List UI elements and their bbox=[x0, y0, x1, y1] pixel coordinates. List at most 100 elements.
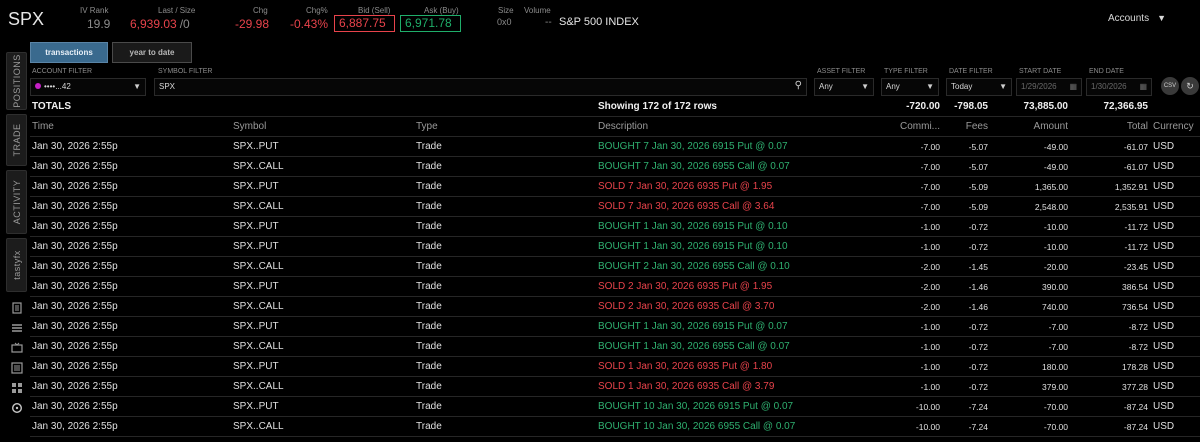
table-row[interactable]: Jan 30, 2026 2:55p SPX..CALL Trade SOLD 7 J… bbox=[30, 197, 1200, 217]
grid-icon[interactable] bbox=[10, 382, 24, 396]
accounts-menu[interactable]: Accounts ▼ bbox=[1108, 13, 1166, 24]
table-row[interactable]: Jan 30, 2026 2:55p SPX..PUT Trade SOLD 1 Ja… bbox=[30, 357, 1200, 377]
start-date-label: START DATE bbox=[1019, 68, 1062, 75]
table-row[interactable]: Jan 30, 2026 2:55p SPX..CALL Trade SOLD 2 J… bbox=[30, 297, 1200, 317]
cell-symbol: SPX..PUT bbox=[233, 221, 279, 232]
tv-icon[interactable] bbox=[10, 342, 24, 356]
cell-commissions: -1.00 bbox=[920, 322, 940, 332]
table-row[interactable]: Jan 30, 2026 2:55p SPX..CALL Trade BOUGHT 1… bbox=[30, 337, 1200, 357]
volume-label: Volume bbox=[524, 6, 551, 15]
col-amount[interactable]: Amount bbox=[990, 117, 1068, 137]
cell-amount: -70.00 bbox=[1043, 402, 1068, 412]
cell-fees: -5.07 bbox=[968, 142, 988, 152]
cell-currency: USD bbox=[1153, 161, 1175, 172]
col-fees[interactable]: Fees bbox=[942, 117, 988, 137]
cell-description: SOLD 2 Jan 30, 2026 6935 Call @ 3.70 bbox=[598, 301, 775, 312]
cell-fees: -5.09 bbox=[968, 202, 988, 212]
date-filter-select[interactable]: Today ▼ bbox=[946, 78, 1012, 96]
cell-time: Jan 30, 2026 2:55p bbox=[32, 241, 118, 252]
refresh-icon[interactable] bbox=[10, 402, 24, 416]
type-filter-select[interactable]: Any ▼ bbox=[881, 78, 939, 96]
cell-type: Trade bbox=[416, 141, 442, 152]
start-date-input[interactable]: 1/29/2026 ▦ bbox=[1016, 78, 1082, 96]
cell-description: BOUGHT 1 Jan 30, 2026 6915 Put @ 0.07 bbox=[598, 321, 788, 332]
cell-currency: USD bbox=[1153, 241, 1175, 252]
col-total[interactable]: Total bbox=[1070, 117, 1148, 137]
cell-time: Jan 30, 2026 2:55p bbox=[32, 141, 118, 152]
tab-year-to-date[interactable]: year to date bbox=[112, 42, 192, 63]
asset-filter-value: Any bbox=[819, 82, 833, 91]
cell-amount: 740.00 bbox=[1042, 302, 1068, 312]
col-time[interactable]: Time bbox=[32, 117, 54, 137]
table-row[interactable]: Jan 30, 2026 2:55p SPX..PUT Trade SOLD 2 Ja… bbox=[30, 277, 1200, 297]
cell-symbol: SPX..PUT bbox=[233, 181, 279, 192]
account-filter-select[interactable]: ••••...42 ▼ bbox=[30, 78, 146, 96]
cell-amount: -10.00 bbox=[1043, 222, 1068, 232]
table-row[interactable]: Jan 30, 2026 2:55p SPX..CALL Trade BOUGHT 2… bbox=[30, 257, 1200, 277]
size-value: 0x0 bbox=[497, 17, 512, 27]
bid-button[interactable]: 6,887.75 bbox=[334, 15, 395, 32]
cell-description: BOUGHT 2 Jan 30, 2026 6955 Call @ 0.10 bbox=[598, 261, 790, 272]
watchlist-icon[interactable] bbox=[10, 362, 24, 376]
col-currency[interactable]: Currency bbox=[1153, 117, 1194, 137]
chevron-down-icon: ▼ bbox=[999, 82, 1007, 91]
col-commissions[interactable]: Commi... bbox=[882, 117, 940, 137]
table-row[interactable]: Jan 30, 2026 2:55p SPX..PUT Trade SOLD 7 Ja… bbox=[30, 177, 1200, 197]
list-icon[interactable] bbox=[10, 322, 24, 336]
table-row[interactable]: Jan 30, 2026 2:55p SPX..PUT Trade BOUGHT 1 … bbox=[30, 317, 1200, 337]
cell-symbol: SPX..PUT bbox=[233, 401, 279, 412]
cell-description: BOUGHT 1 Jan 30, 2026 6915 Put @ 0.10 bbox=[598, 241, 788, 252]
document-icon[interactable] bbox=[10, 302, 24, 316]
chevron-down-icon: ▼ bbox=[926, 82, 934, 91]
quote-symbol[interactable]: SPX bbox=[8, 9, 44, 30]
csv-export-button[interactable]: CSV bbox=[1161, 77, 1179, 95]
calendar-icon: ▦ bbox=[1139, 82, 1147, 91]
table-row[interactable]: Jan 30, 2026 2:55p SPX..CALL Trade BOUGHT 1… bbox=[30, 417, 1200, 437]
cell-fees: -0.72 bbox=[968, 362, 988, 372]
cell-total: 2,535.91 bbox=[1114, 202, 1148, 212]
cell-total: -61.07 bbox=[1123, 162, 1148, 172]
table-header: Time Symbol Type Description Commi... Fe… bbox=[30, 117, 1200, 137]
ask-button[interactable]: 6,971.78 bbox=[400, 15, 461, 32]
table-row[interactable]: Jan 30, 2026 2:55p SPX..PUT Trade BOUGHT 7 … bbox=[30, 137, 1200, 157]
iv-rank-label: IV Rank bbox=[80, 6, 109, 15]
totals-amount: 73,885.00 bbox=[1023, 101, 1069, 112]
cell-time: Jan 30, 2026 2:55p bbox=[32, 261, 118, 272]
symbol-filter-value: SPX bbox=[159, 82, 176, 91]
table-row[interactable]: Jan 30, 2026 2:55p SPX..CALL Trade SOLD 1 J… bbox=[30, 377, 1200, 397]
cell-type: Trade bbox=[416, 421, 442, 432]
chevron-down-icon: ▼ bbox=[1157, 13, 1166, 23]
table-row[interactable]: Jan 30, 2026 2:55p SPX..PUT Trade BOUGHT 10… bbox=[30, 397, 1200, 417]
refresh-button[interactable]: ↻ bbox=[1181, 77, 1199, 95]
end-date-input[interactable]: 1/30/2026 ▦ bbox=[1086, 78, 1152, 96]
table-row[interactable]: Jan 30, 2026 2:55p SPX..PUT Trade BOUGHT 1 … bbox=[30, 237, 1200, 257]
cell-time: Jan 30, 2026 2:55p bbox=[32, 301, 118, 312]
cell-type: Trade bbox=[416, 281, 442, 292]
cell-commissions: -7.00 bbox=[920, 142, 940, 152]
table-row[interactable]: Jan 30, 2026 2:55p SPX..CALL Trade BOUGHT 7… bbox=[30, 157, 1200, 177]
tab-positions-label: POSITIONS bbox=[11, 54, 22, 108]
asset-filter-label: ASSET FILTER bbox=[817, 68, 866, 75]
cell-fees: -7.24 bbox=[968, 402, 988, 412]
cell-currency: USD bbox=[1153, 421, 1175, 432]
symbol-filter-input[interactable]: SPX ⚲ bbox=[154, 78, 807, 96]
tab-transactions[interactable]: transactions bbox=[30, 42, 108, 63]
cell-fees: -0.72 bbox=[968, 342, 988, 352]
table-row[interactable]: Jan 30, 2026 2:55p SPX..PUT Trade BOUGHT 1 … bbox=[30, 217, 1200, 237]
tab-tastyfx[interactable]: tastyfx bbox=[6, 238, 27, 292]
col-description[interactable]: Description bbox=[598, 117, 648, 137]
cell-commissions: -1.00 bbox=[920, 362, 940, 372]
cell-currency: USD bbox=[1153, 381, 1175, 392]
search-icon[interactable]: ⚲ bbox=[795, 78, 802, 94]
tab-trade[interactable]: TRADE bbox=[6, 114, 27, 166]
cell-commissions: -10.00 bbox=[915, 422, 940, 432]
asset-filter-select[interactable]: Any ▼ bbox=[814, 78, 874, 96]
tab-activity[interactable]: ACTIVITY bbox=[6, 170, 27, 234]
cell-symbol: SPX..CALL bbox=[233, 381, 284, 392]
col-symbol[interactable]: Symbol bbox=[233, 117, 266, 137]
cell-symbol: SPX..CALL bbox=[233, 201, 284, 212]
tab-positions[interactable]: POSITIONS bbox=[6, 52, 27, 110]
cell-description: BOUGHT 10 Jan 30, 2026 6955 Call @ 0.07 bbox=[598, 421, 796, 432]
cell-fees: -1.45 bbox=[968, 262, 988, 272]
col-type[interactable]: Type bbox=[416, 117, 438, 137]
